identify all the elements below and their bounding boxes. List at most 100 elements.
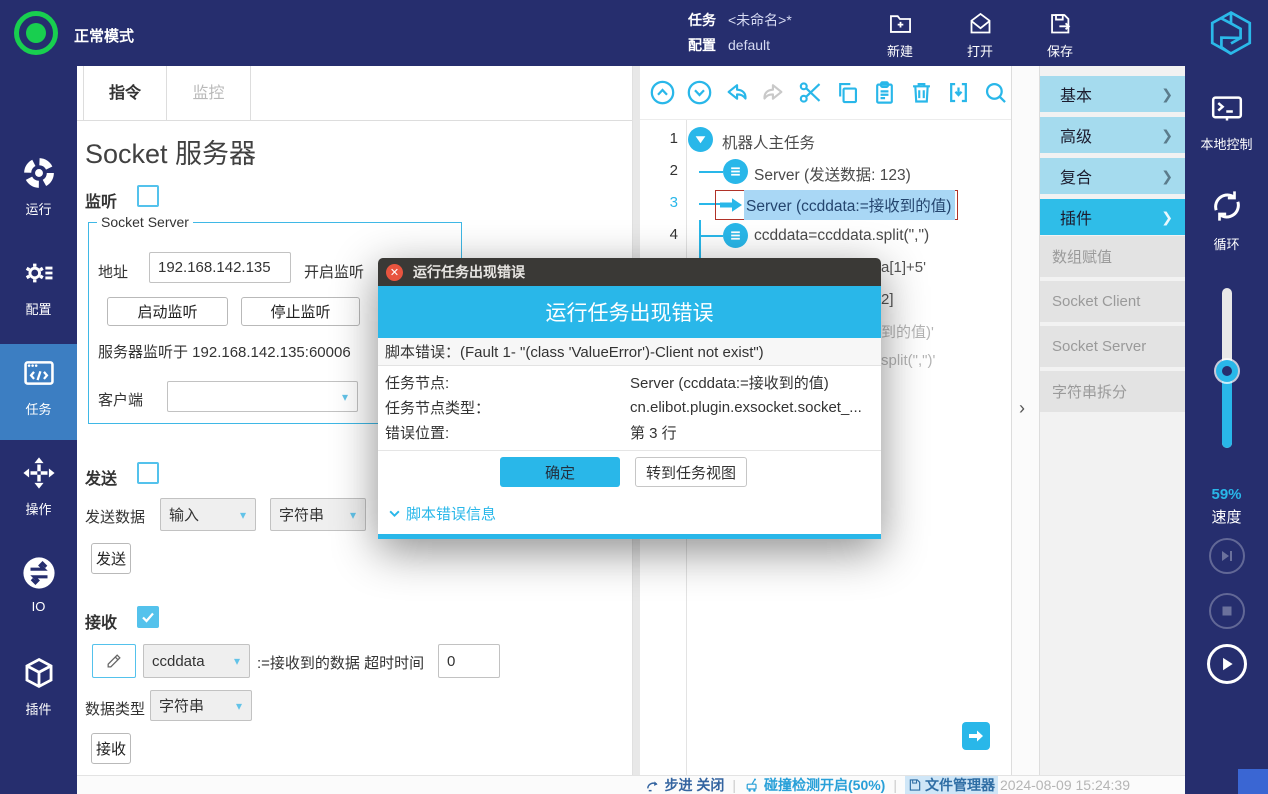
sidebar-item-run[interactable]: 运行	[0, 144, 77, 240]
script-error-info-link[interactable]: 脚本错误信息	[388, 503, 496, 524]
root-node-icon[interactable]	[688, 127, 713, 152]
local-control-button[interactable]: 本地控制	[1185, 94, 1268, 153]
task-code-icon	[22, 377, 56, 394]
send-button[interactable]: 发送	[91, 543, 131, 574]
dialog-close-button[interactable]: ✕	[386, 264, 403, 281]
paste-button[interactable]	[870, 79, 898, 107]
task-name: <未命名>*	[728, 12, 792, 28]
sidebar-item-plugin[interactable]: 插件	[0, 644, 77, 740]
copy-button[interactable]	[833, 79, 861, 107]
script-error-info-label: 脚本错误信息	[406, 503, 496, 524]
accordion-header-plugin[interactable]: 插件❯︎	[1040, 199, 1185, 235]
recv-checkbox[interactable]	[137, 606, 159, 628]
tree-row-split[interactable]: ccddata=ccddata.split(",")	[754, 227, 929, 245]
speed-value: 59%	[1185, 486, 1268, 503]
tree-row-selected[interactable]: Server (ccddata:=接收到的值)	[715, 190, 958, 220]
datatype-select[interactable]: 字符串▾	[150, 690, 252, 721]
step-mode-label: 步进 关闭	[664, 775, 724, 794]
play-icon	[1218, 655, 1236, 673]
search-node-button[interactable]	[981, 79, 1009, 107]
accordion-header-label: 复合	[1060, 164, 1092, 188]
tree-row-server-send[interactable]: Server (发送数据: 123)	[754, 163, 911, 185]
dialog-ok-button[interactable]: 确定	[500, 457, 620, 487]
accordion-header-basic[interactable]: 基本❯	[1040, 76, 1185, 112]
panel-collapse-strip: ›	[1012, 66, 1040, 775]
file-manager-icon	[908, 778, 922, 792]
send-source-select[interactable]: 输入▾	[160, 498, 256, 531]
node-icon[interactable]	[723, 223, 748, 248]
sidebar-item-io[interactable]: IO	[0, 544, 77, 640]
recv-button[interactable]: 接收	[91, 733, 131, 764]
client-select[interactable]: ▾	[167, 381, 358, 412]
delete-button[interactable]	[907, 79, 935, 107]
cut-button[interactable]	[796, 79, 824, 107]
task-meta: 任务<未命名>* 配置default	[688, 8, 792, 58]
scissors-icon	[797, 79, 824, 106]
chevron-down-icon: ▾	[341, 508, 365, 522]
config-name: default	[728, 37, 770, 53]
step-mode-icon	[645, 778, 660, 793]
open-task-button[interactable]: 打开	[950, 10, 1010, 60]
library-item-array-assign[interactable]: 数组赋值	[1040, 236, 1185, 279]
speed-slider-handle[interactable]	[1216, 360, 1238, 382]
step-mode-toggle[interactable]: 步进 关闭	[645, 775, 724, 794]
triangle-down-icon	[694, 133, 707, 146]
timeout-input[interactable]	[438, 644, 500, 678]
dialog-row-error-pos: 错误位置: 第 3 行	[385, 420, 874, 445]
dialog-goto-task-button[interactable]: 转到任务视图	[635, 457, 747, 487]
tree-row-root[interactable]: 机器人主任务	[722, 131, 815, 153]
library-item-label: 字符串拆分	[1052, 381, 1127, 402]
tab-instruction[interactable]: 指令	[83, 66, 167, 121]
undo-button[interactable]	[722, 79, 750, 107]
tree-line-number: 1	[640, 130, 678, 147]
insert-node-button[interactable]	[944, 79, 972, 107]
step-next-button[interactable]	[1209, 538, 1245, 574]
collision-detect-toggle[interactable]: 碰撞检测开启(50%)	[744, 775, 885, 794]
save-floppy-icon	[1030, 10, 1090, 37]
send-checkbox[interactable]	[137, 462, 159, 484]
save-task-button[interactable]: 保存	[1030, 10, 1090, 60]
edit-variable-button[interactable]	[92, 644, 136, 678]
paste-icon	[871, 79, 898, 106]
stop-listen-button[interactable]: 停止监听	[241, 297, 360, 326]
undo-icon	[723, 79, 750, 106]
library-item-socket-server[interactable]: Socket Server	[1040, 326, 1185, 369]
new-task-button[interactable]: 新建	[870, 10, 930, 60]
config-gear-icon	[22, 277, 56, 294]
accordion-header-compound[interactable]: 复合❯	[1040, 158, 1185, 194]
goto-current-step-button[interactable]	[962, 722, 990, 750]
chevron-down-icon: ❯︎	[1161, 209, 1173, 226]
dialog-titlebar[interactable]: ✕ 运行任务出现错误	[378, 258, 881, 286]
sidebar-item-config[interactable]: 配置	[0, 244, 77, 340]
send-label: 发送	[85, 465, 117, 489]
tab-monitor[interactable]: 监控	[167, 66, 251, 121]
library-item-string-split[interactable]: 字符串拆分	[1040, 371, 1185, 414]
listen-toggle-label: 开启监听	[304, 261, 364, 282]
redo-button[interactable]	[759, 79, 787, 107]
accordion-header-advanced[interactable]: 高级❯	[1040, 117, 1185, 153]
collapse-up-button[interactable]	[648, 79, 676, 107]
tree-connector-stub	[699, 171, 723, 173]
skip-next-icon	[1219, 548, 1235, 564]
stop-button[interactable]	[1209, 593, 1245, 629]
loop-button[interactable]: 循环	[1185, 186, 1268, 253]
recv-var-select[interactable]: ccddata▾	[143, 644, 250, 678]
collapse-chevron-right-icon[interactable]: ›	[1019, 398, 1025, 419]
speed-label: 速度	[1185, 506, 1268, 527]
node-icon[interactable]	[723, 159, 748, 184]
speed-slider[interactable]	[1222, 288, 1232, 448]
library-item-socket-client[interactable]: Socket Client	[1040, 281, 1185, 324]
dialog-row-node: 任务节点: Server (ccddata:=接收到的值)	[385, 370, 874, 395]
statusbar-divider: |	[732, 777, 736, 793]
sidebar-item-jog[interactable]: 操作	[0, 444, 77, 540]
sidebar-item-task[interactable]: 任务	[0, 344, 77, 440]
address-input[interactable]	[149, 252, 291, 283]
expand-down-button[interactable]	[685, 79, 713, 107]
send-type-select[interactable]: 字符串▾	[270, 498, 366, 531]
start-listen-button[interactable]: 启动监听	[107, 297, 228, 326]
dialog-divider	[378, 450, 881, 451]
hamburger-icon	[729, 165, 742, 178]
play-button[interactable]	[1207, 644, 1247, 684]
file-manager-button[interactable]: 文件管理器	[905, 776, 998, 794]
listen-checkbox[interactable]	[137, 185, 159, 207]
